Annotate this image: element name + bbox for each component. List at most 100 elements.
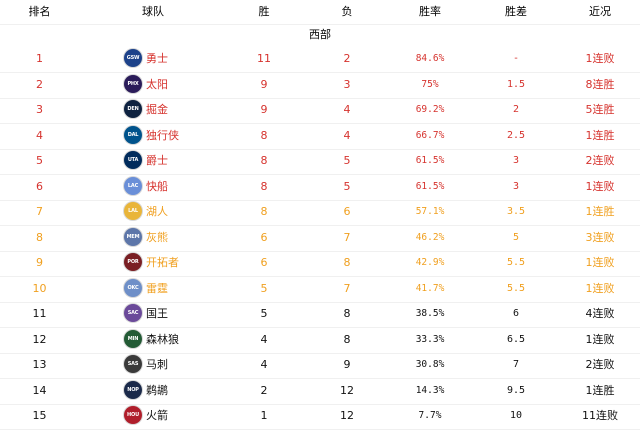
rank-cell: 6 [36,179,43,193]
team-logo-icon: UTA [124,151,142,169]
streak-cell: 1连败 [585,332,615,346]
wins-cell: 9 [260,77,268,91]
losses-cell: 8 [343,332,351,346]
table-row[interactable]: 10 OKC 雷霆 5 7 41.7% 5.5 1连败 [0,276,640,303]
wins-cell: 5 [260,307,268,320]
team-name-link[interactable]: 雷霆 [146,276,168,302]
rank-cell: 1 [36,52,43,65]
wins-cell: 1 [260,409,268,422]
team-name-link[interactable]: 掘金 [146,97,168,123]
losses-cell: 7 [343,230,351,244]
table-row[interactable]: 5 UTA 爵士 8 5 61.5% 3 2连败 [0,148,640,175]
header-losses: 负 [341,5,353,18]
team-logo-icon: SAC [124,304,142,322]
table-row[interactable]: 13 SAS 马刺 4 9 30.8% 7 2连败 [0,352,640,379]
pct-cell: 61.5% [415,155,445,166]
table-row[interactable]: 2 PHX 太阳 9 3 75% 1.5 8连胜 [0,72,640,99]
conference-label: 西部 [309,28,331,41]
team-logo-icon: LAC [124,176,142,195]
team-name-link[interactable]: 湖人 [146,199,168,225]
streak-cell: 1连败 [585,256,615,269]
pct-cell: 38.5% [415,308,445,319]
table-row[interactable]: 9 POR 开拓者 6 8 42.9% 5.5 1连败 [0,250,640,277]
losses-cell: 8 [343,307,351,320]
table-row[interactable]: 4 DAL 独行侠 8 4 66.7% 2.5 1连胜 [0,123,640,150]
wins-cell: 2 [260,383,268,397]
pct-cell: 42.9% [415,257,445,268]
team-logo-icon: DEN [124,100,142,118]
team-name-link[interactable]: 开拓者 [146,250,179,276]
streak-cell: 11连败 [582,409,618,422]
rank-cell: 7 [36,205,43,218]
gb-cell: 7 [512,359,520,370]
table-row[interactable]: 8 MEM 灰熊 6 7 46.2% 5 3连败 [0,225,640,252]
wins-cell: 8 [260,179,268,193]
team-name-link[interactable]: 鹈鹕 [146,378,168,404]
pct-cell: 84.6% [415,53,445,64]
rank-cell: 4 [36,128,43,142]
rank-cell: 14 [32,383,47,397]
losses-cell: 2 [343,52,351,65]
wins-cell: 8 [260,205,268,218]
pct-cell: 75% [421,78,439,90]
rank-cell: 15 [32,409,47,422]
team-name-link[interactable]: 独行侠 [146,123,179,149]
losses-cell: 4 [343,103,351,116]
team-name-link[interactable]: 火箭 [146,403,168,429]
gb-cell: 3.5 [506,206,526,217]
team-name-link[interactable]: 爵士 [146,148,168,174]
streak-cell: 1连败 [585,281,615,295]
rank-cell: 3 [36,103,43,116]
table-row[interactable]: 3 DEN 掘金 9 4 69.2% 2 5连胜 [0,97,640,124]
team-name-link[interactable]: 快船 [146,174,168,200]
team-name-link[interactable]: 灰熊 [146,225,168,251]
gb-cell: - [512,53,520,64]
losses-cell: 9 [343,358,351,371]
wins-cell: 8 [260,154,268,167]
rank-cell: 10 [32,281,47,295]
table-row[interactable]: 1 GSW 勇士 11 2 84.6% - 1连败 [0,46,640,73]
gb-cell: 5.5 [506,257,526,268]
rank-cell: 13 [32,358,47,371]
header-team: 球队 [142,5,164,18]
table-row[interactable]: 7 LAL 湖人 8 6 57.1% 3.5 1连胜 [0,199,640,226]
table-row[interactable]: 14 NOP 鹈鹕 2 12 14.3% 9.5 1连胜 [0,378,640,405]
header-rank: 排名 [28,5,51,18]
team-logo-icon: PHX [124,74,142,93]
team-logo-text: GSW [126,55,140,61]
streak-cell: 1连败 [585,52,615,65]
streak-cell: 5连胜 [585,103,615,116]
team-logo-text: MIN [127,335,139,342]
table-row[interactable]: 15 HOU 火箭 1 12 7.7% 10 11连败 [0,403,640,430]
rank-cell: 12 [32,332,47,346]
team-logo-text: DAL [127,131,139,138]
team-name-link[interactable]: 勇士 [146,46,168,72]
rank-cell: 8 [36,230,43,244]
streak-cell: 1连胜 [585,205,615,218]
wins-cell: 4 [260,358,268,371]
table-row[interactable]: 12 MIN 森林狼 4 8 33.3% 6.5 1连败 [0,327,640,354]
gb-cell: 3 [512,155,520,166]
team-logo-text: MEM [126,233,140,240]
table-row[interactable]: 6 LAC 快船 8 5 61.5% 3 1连败 [0,174,640,201]
team-name-link[interactable]: 马刺 [146,352,168,378]
header-row: 排名 球队 胜 负 胜率 胜差 近况 [0,0,640,25]
gb-cell: 9.5 [506,384,526,396]
pct-cell: 61.5% [415,180,445,192]
team-logo-icon: LAL [124,202,142,220]
wins-cell: 9 [260,103,268,116]
wins-cell: 6 [260,256,268,269]
gb-cell: 5 [512,231,520,243]
streak-cell: 8连胜 [585,77,615,91]
team-name-link[interactable]: 太阳 [146,72,168,98]
table-row[interactable]: 11 SAC 国王 5 8 38.5% 6 4连败 [0,301,640,328]
gb-cell: 10 [509,410,523,421]
team-logo-icon: SAS [124,355,142,373]
team-logo-text: OKC [127,284,139,291]
header-streak: 近况 [589,5,611,18]
pct-cell: 30.8% [415,359,445,370]
team-name-link[interactable]: 国王 [146,301,168,327]
team-name-link[interactable]: 森林狼 [146,327,179,353]
losses-cell: 6 [343,205,351,218]
rank-cell: 11 [32,307,47,320]
